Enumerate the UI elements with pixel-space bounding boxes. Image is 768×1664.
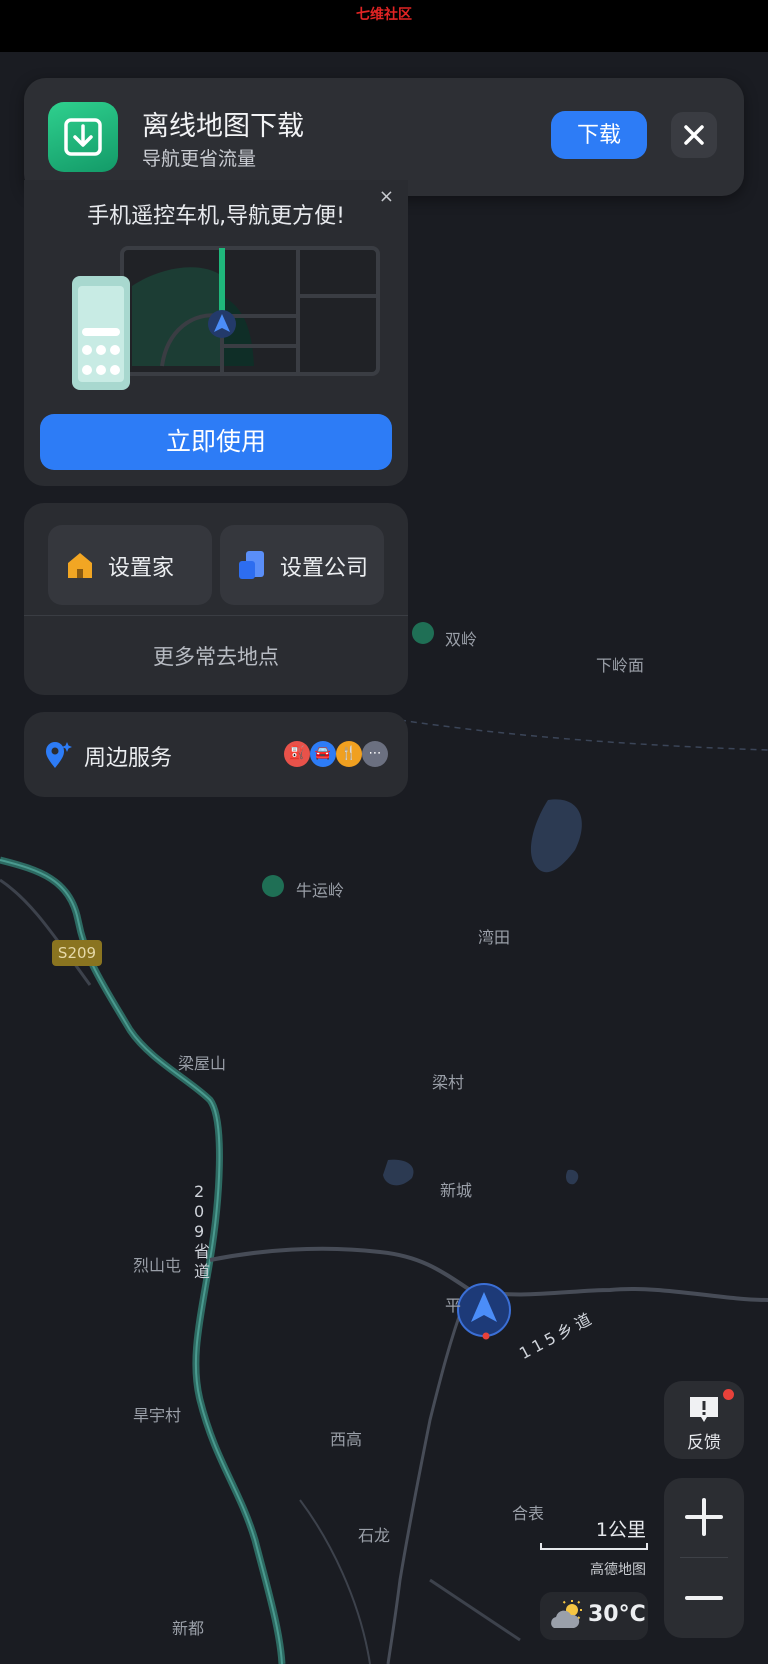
set-home-label: 设置家 (108, 556, 175, 581)
feedback-label: 反馈 (687, 1433, 721, 1453)
road-name-provincial: 209省道 (194, 1182, 211, 1281)
minus-icon (685, 1596, 723, 1600)
notification-dot (723, 1389, 734, 1400)
close-icon[interactable] (671, 112, 717, 158)
more-icon[interactable]: ⋯ (362, 741, 388, 767)
partly-cloudy-icon (551, 1600, 582, 1628)
place-label: 西高 (330, 1430, 363, 1449)
location-spark-icon (46, 742, 72, 768)
place-label: 烈山屯 (133, 1256, 182, 1275)
nearby-services-card[interactable]: 周边服务 ⛽ 🚘 🍴 ⋯ (24, 712, 408, 797)
feedback-icon (690, 1397, 718, 1422)
banner-subtitle: 导航更省流量 (142, 148, 257, 170)
car-icon[interactable]: 🚘 (310, 741, 336, 767)
plus-icon (685, 1498, 723, 1536)
place-label: 旱宇村 (133, 1406, 182, 1425)
gas-station-icon[interactable]: ⛽ (284, 741, 310, 767)
use-now-button[interactable]: 立即使用 (40, 414, 392, 470)
nearby-services-label: 周边服务 (84, 746, 173, 771)
zoom-controls (664, 1478, 744, 1638)
status-bar: 七维社区 (0, 0, 768, 52)
offline-map-banner[interactable]: 离线地图下载 导航更省流量 下载 (24, 78, 744, 196)
feedback-button[interactable]: 反馈 (664, 1381, 744, 1459)
more-places-link[interactable]: 更多常去地点 (24, 641, 408, 671)
phone-car-illustration (72, 246, 380, 390)
promo-dismiss-icon[interactable]: × (379, 186, 394, 207)
set-work-button[interactable]: 设置公司 (220, 525, 384, 605)
road-badge: S209 (52, 940, 102, 966)
place-label: 牛运岭 (296, 881, 345, 900)
place-label: 下岭面 (596, 656, 645, 675)
home-icon (68, 553, 92, 578)
set-home-button[interactable]: 设置家 (48, 525, 212, 605)
map-brand-logo: 高德地图 (590, 1562, 646, 1578)
food-icon[interactable]: 🍴 (336, 741, 362, 767)
place-label: 平 (445, 1296, 462, 1315)
place-label: 双岭 (445, 630, 478, 649)
place-label: 石龙 (358, 1526, 391, 1545)
car-remote-promo-card: 手机遥控车机,导航更方便! × 立即使用 (24, 180, 408, 486)
place-label: 湾田 (478, 928, 511, 947)
place-label: 合表 (512, 1504, 545, 1523)
zoom-out-button[interactable] (664, 1558, 744, 1638)
frequent-places-card: 设置家 设置公司 更多常去地点 (24, 503, 408, 695)
divider (24, 615, 408, 616)
set-work-label: 设置公司 (280, 556, 369, 581)
download-button[interactable]: 下载 (551, 111, 647, 159)
place-label: 梁村 (432, 1073, 465, 1092)
office-icon (239, 551, 264, 579)
download-box-icon (48, 102, 118, 172)
scale-value: 1公里 (595, 1519, 646, 1541)
zoom-in-button[interactable] (664, 1478, 744, 1556)
banner-title: 离线地图下载 (142, 111, 304, 142)
promo-headline: 手机遥控车机,导航更方便! (87, 204, 345, 229)
place-label: 新城 (440, 1181, 473, 1200)
weather-widget[interactable]: 30°C (540, 1592, 648, 1640)
watermark-brand: 七维社区 (356, 7, 412, 23)
temperature: 30°C (588, 1602, 646, 1627)
place-label: 梁屋山 (178, 1054, 227, 1073)
scale-bar (540, 1543, 648, 1550)
place-label: 新都 (172, 1619, 205, 1638)
